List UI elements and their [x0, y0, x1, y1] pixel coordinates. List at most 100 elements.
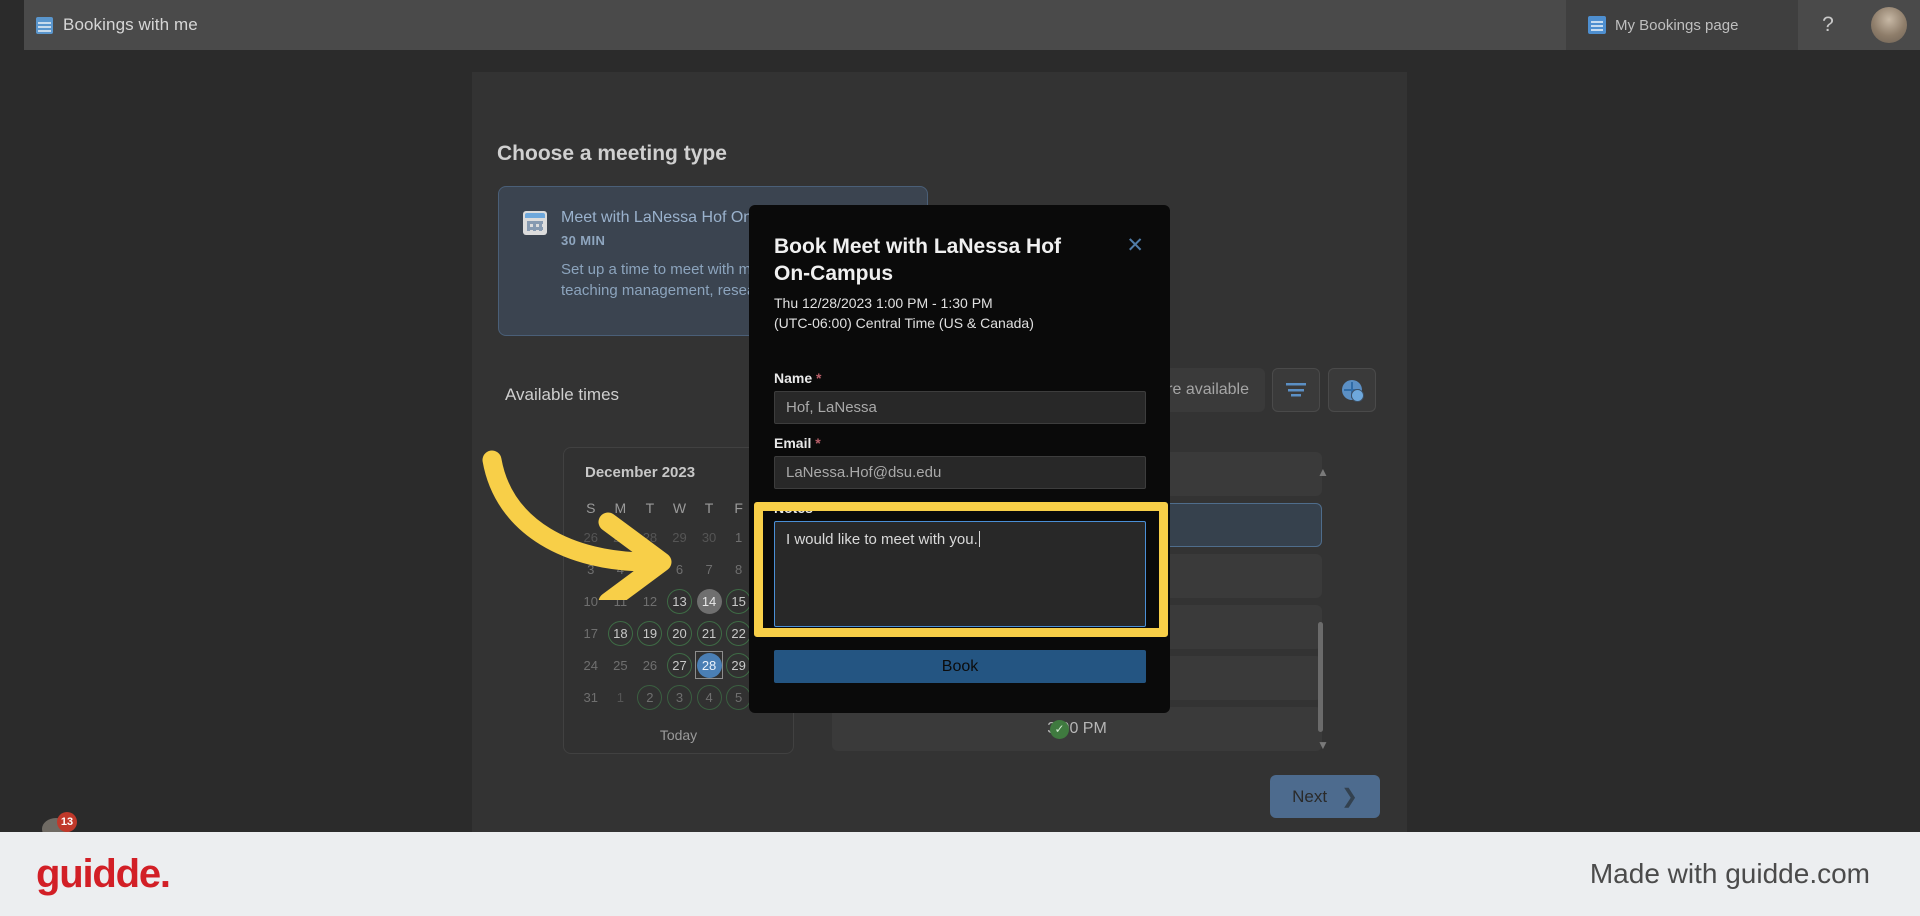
modal-title: Book Meet with LaNessa Hof On-Campus	[774, 235, 1062, 285]
calendar-today-button[interactable]: Today	[564, 727, 793, 743]
name-label-text: Name	[774, 370, 813, 386]
calendar-day[interactable]: 13	[665, 586, 695, 616]
next-button[interactable]: Next ❯	[1270, 775, 1380, 818]
scroll-up-arrow[interactable]: ▲	[1317, 465, 1329, 479]
calendar-day[interactable]: 30	[694, 522, 724, 552]
calendar-day-number: 22	[726, 620, 752, 646]
calendar-day[interactable]: 21	[694, 618, 724, 648]
calendar-day[interactable]: 29	[665, 522, 695, 552]
calendar-day[interactable]: 28	[635, 522, 665, 552]
text-caret	[978, 531, 980, 547]
notes-textarea[interactable]: I would like to meet with you.	[774, 521, 1146, 627]
calendar-day[interactable]: 28	[694, 650, 724, 680]
calendar-day-number: 7	[705, 561, 713, 577]
filter-button[interactable]	[1272, 368, 1320, 412]
calendar-day[interactable]: 4	[606, 554, 636, 584]
calendar-day[interactable]: 7	[694, 554, 724, 584]
calendar-day[interactable]: 4	[694, 682, 724, 712]
calendar-day-number: 15	[726, 588, 752, 614]
calendar-day-header: S	[586, 500, 596, 516]
calendar-day-number: 1	[616, 689, 624, 705]
calendar-month-label: December 2023	[585, 464, 696, 481]
name-input[interactable]: Hof, LaNessa	[774, 391, 1146, 424]
calendar-day[interactable]: 12	[635, 586, 665, 616]
calendar-day[interactable]: 31	[576, 682, 606, 712]
calendar-day[interactable]: 26	[635, 650, 665, 680]
calendar-day-number: 11	[613, 593, 628, 609]
required-marker: *	[816, 370, 822, 386]
calendar-day-number: 28	[642, 529, 658, 545]
calendar-day[interactable]: 19	[635, 618, 665, 648]
bookings-calendar-icon	[1588, 16, 1606, 34]
calendar-day[interactable]: 27	[665, 650, 695, 680]
calendar-day-header: T	[704, 500, 714, 516]
notes-field-label: Notes	[774, 500, 813, 516]
scrollbar-thumb[interactable]	[1318, 622, 1323, 732]
calendar-day[interactable]: 5	[635, 554, 665, 584]
my-bookings-label: My Bookings page	[1615, 16, 1739, 34]
calendar-day-number: 28	[696, 652, 722, 678]
calendar-day[interactable]: 18	[606, 618, 636, 648]
calendar-day-number: 25	[613, 657, 628, 673]
account-button[interactable]	[1858, 0, 1920, 50]
calendar-day-number: 5	[726, 684, 752, 710]
calendar-day-number: 8	[735, 561, 743, 577]
email-label-text: Email	[774, 435, 812, 451]
calendar-day[interactable]: 3	[665, 682, 695, 712]
calendar-day-number: 14	[696, 588, 722, 614]
globe-clock-icon	[1342, 380, 1364, 402]
calendar-day-number: 4	[616, 561, 624, 577]
calendar-day[interactable]: 24	[576, 650, 606, 680]
close-icon[interactable]: ✕	[1126, 235, 1144, 256]
calendar-day-number: 31	[583, 689, 599, 705]
book-button[interactable]: Book	[774, 650, 1146, 683]
calendar-day[interactable]: 1	[606, 682, 636, 712]
calendar-day-number: 30	[701, 529, 717, 545]
calendar-icon	[36, 16, 53, 34]
available-times-label: Available times	[505, 385, 620, 404]
required-marker: *	[815, 435, 821, 451]
notes-text: I would like to meet with you.	[786, 531, 978, 548]
calendar-day-number: 4	[696, 684, 722, 710]
calendar-day[interactable]: 10	[576, 586, 606, 616]
calendar-day-header: M	[614, 500, 627, 516]
help-button[interactable]: ?	[1798, 0, 1858, 50]
calendar-day-number: 29	[672, 529, 687, 545]
meeting-duration: 30 MIN	[561, 233, 606, 248]
avatar	[1871, 7, 1907, 43]
calendar-day-number: 17	[583, 625, 599, 641]
filter-icon	[1286, 383, 1306, 397]
calendar-day[interactable]: 3	[576, 554, 606, 584]
calendar-day-number: 3	[666, 684, 692, 710]
page-title: Choose a meeting type	[497, 142, 727, 165]
time-slot[interactable]: 3:00 PM ✓	[832, 707, 1322, 751]
my-bookings-page-link[interactable]: My Bookings page	[1566, 0, 1798, 50]
calendar-day-number: 21	[696, 620, 722, 646]
calendar-day[interactable]: 11	[606, 586, 636, 616]
calendar-day[interactable]: 27	[606, 522, 636, 552]
calendar-day-number: 27	[613, 529, 628, 545]
calendar-day-number: 26	[583, 529, 599, 545]
app-notification-icon[interactable]: 13	[42, 812, 84, 832]
calendar-day[interactable]: 6	[665, 554, 695, 584]
email-input[interactable]: LaNessa.Hof@dsu.edu	[774, 456, 1146, 489]
calendar-day-number: 3	[587, 561, 595, 577]
modal-datetime: Thu 12/28/2023 1:00 PM - 1:30 PM	[774, 295, 993, 311]
calendar-day[interactable]: 2	[635, 682, 665, 712]
chevron-right-icon: ❯	[1341, 786, 1358, 808]
calendar-day[interactable]: 14	[694, 586, 724, 616]
calendar-day-number: 5	[646, 561, 654, 577]
name-field-label: Name *	[774, 370, 821, 386]
calendar-day-number: 10	[583, 593, 599, 609]
calendar-day[interactable]: 17	[576, 618, 606, 648]
calendar-day[interactable]: 25	[606, 650, 636, 680]
calendar-day[interactable]: 20	[665, 618, 695, 648]
calendar-day-number: 18	[607, 620, 633, 646]
scroll-down-arrow[interactable]: ▼	[1317, 738, 1329, 752]
calendar-day[interactable]: 26	[576, 522, 606, 552]
calendar-day-number: 19	[637, 620, 663, 646]
next-button-label: Next	[1292, 786, 1328, 806]
timezone-button[interactable]	[1328, 368, 1376, 412]
calendar-day-header: W	[672, 500, 687, 516]
calendar-icon	[523, 211, 547, 235]
